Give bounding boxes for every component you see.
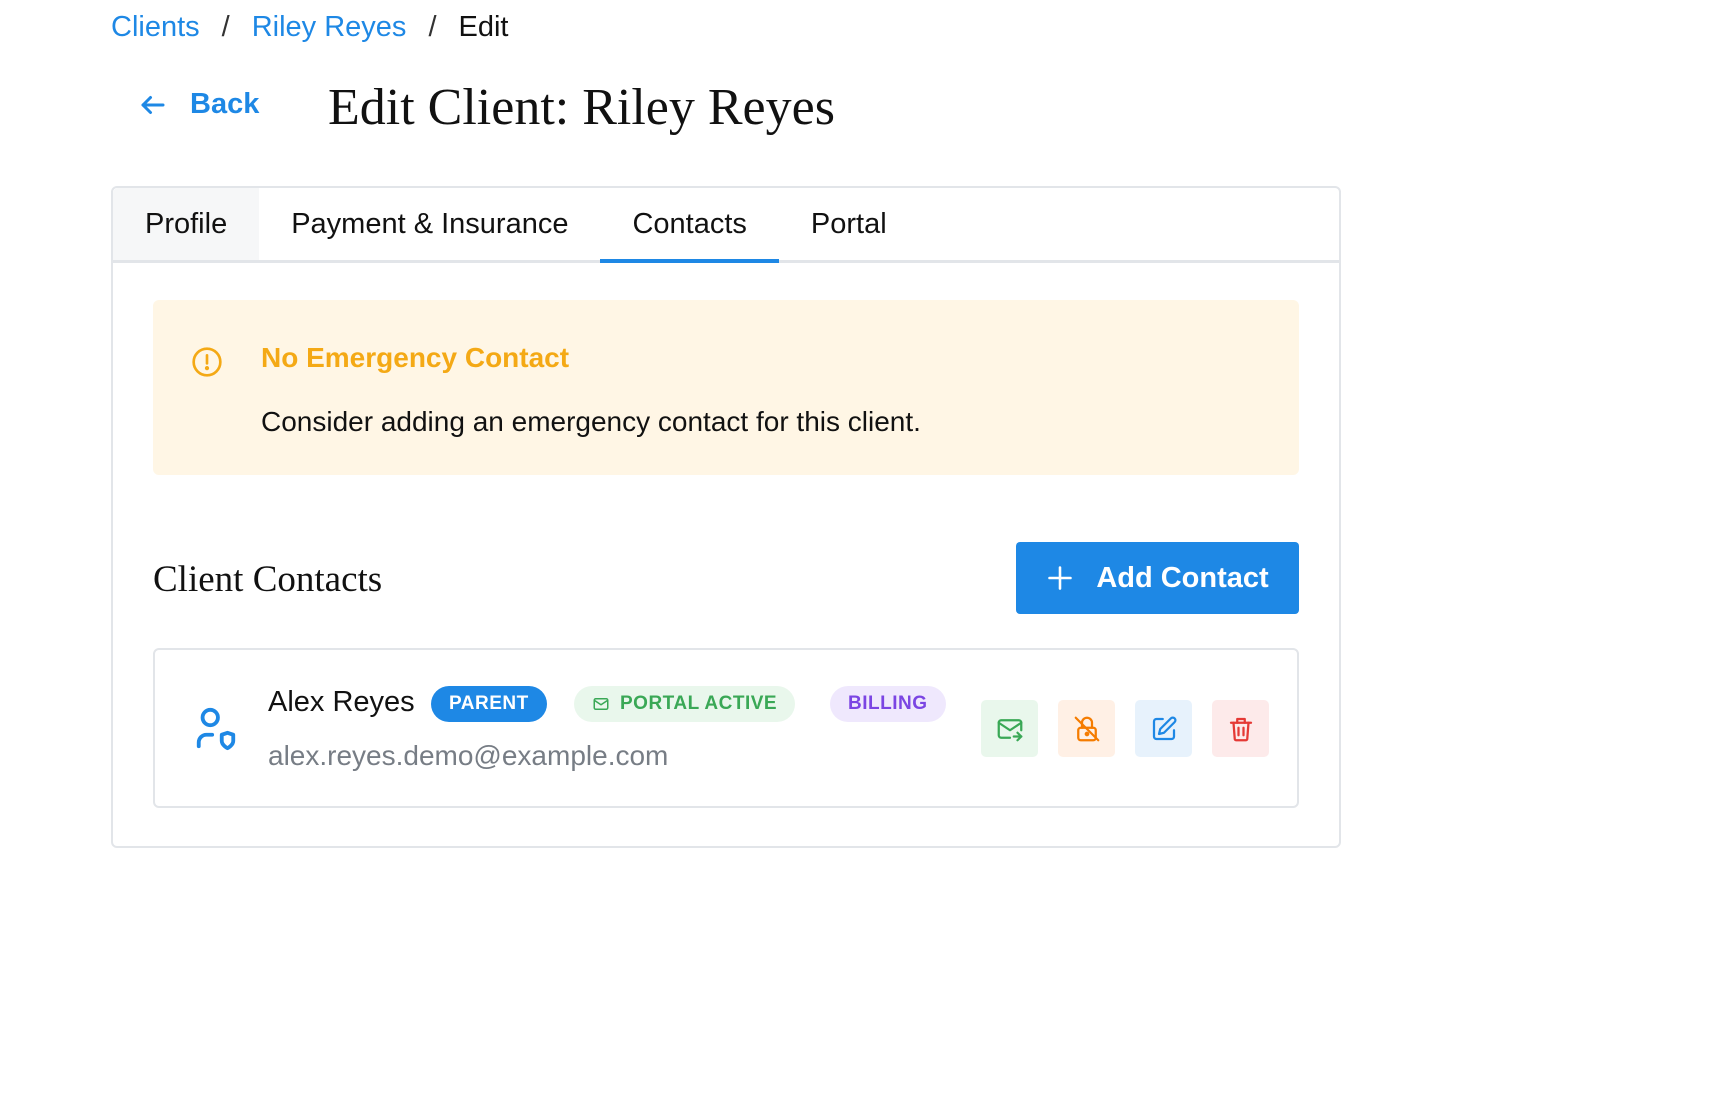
edit-icon: [1152, 715, 1177, 740]
page-title: Edit Client: Riley Reyes: [328, 79, 835, 136]
back-button-label: Back: [190, 88, 260, 120]
edit-contact-button[interactable]: [1135, 700, 1192, 757]
trash-icon: [1229, 717, 1252, 741]
resend-invite-button[interactable]: [981, 700, 1038, 757]
breadcrumb-separator: /: [221, 11, 230, 43]
breadcrumb-current: Edit: [458, 11, 509, 43]
page: Clients / Riley Reyes / Edit Back Edit C…: [0, 0, 1720, 1120]
relation-badge: PARENT: [431, 686, 547, 722]
tab-payment-insurance[interactable]: Payment & Insurance: [259, 188, 600, 260]
breadcrumb: Clients / Riley Reyes / Edit: [111, 10, 508, 44]
breadcrumb-clients-link[interactable]: Clients: [111, 10, 200, 44]
delete-contact-button[interactable]: [1212, 700, 1269, 757]
billing-badge: BILLING: [830, 686, 946, 722]
portal-status-label: PORTAL ACTIVE: [620, 693, 778, 714]
plus-icon: [1048, 566, 1073, 590]
arrow-left-icon: [141, 95, 165, 114]
portal-status-badge: PORTAL ACTIVE: [574, 686, 796, 722]
client-edit-card: Profile Payment & Insurance Contacts Por…: [111, 186, 1341, 848]
contact-email: alex.reyes.demo@example.com: [268, 740, 669, 771]
revoke-portal-access-button[interactable]: [1058, 700, 1115, 757]
alert-message: Consider adding an emergency contact for…: [261, 406, 921, 437]
mail-icon: [593, 698, 609, 710]
alert-circle-icon: [192, 347, 222, 377]
add-contact-button[interactable]: Add Contact: [1016, 542, 1299, 614]
mail-forward-icon: [997, 718, 1022, 741]
lock-off-icon: [1074, 716, 1099, 741]
breadcrumb-separator: /: [428, 11, 437, 43]
breadcrumb-client-link[interactable]: Riley Reyes: [252, 10, 407, 44]
emergency-contact-alert: No Emergency Contact Consider adding an …: [153, 300, 1299, 475]
section-title: Client Contacts: [153, 559, 383, 600]
tab-contacts[interactable]: Contacts: [600, 188, 780, 263]
tab-portal[interactable]: Portal: [779, 188, 919, 260]
contact-name: Alex Reyes: [268, 686, 415, 718]
add-contact-label: Add Contact: [1096, 561, 1269, 594]
contact-list-item: Alex Reyes PARENT PORTAL ACTIVE BILLING …: [153, 648, 1299, 808]
user-shield-icon: [196, 707, 236, 751]
alert-title: No Emergency Contact: [261, 342, 570, 373]
back-button[interactable]: Back: [138, 88, 259, 121]
tab-profile[interactable]: Profile: [113, 188, 260, 260]
tab-bar: Profile Payment & Insurance Contacts Por…: [113, 188, 1339, 263]
